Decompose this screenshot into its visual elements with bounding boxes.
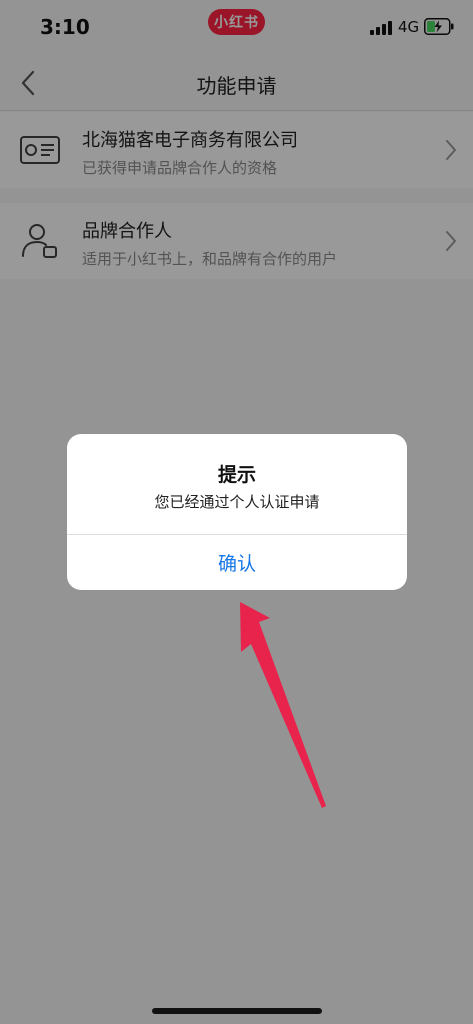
dialog-title: 提示 [217,464,256,486]
home-indicator [152,1008,322,1014]
screen: 3:10 小红书 4G 功能申请 北海猫客电子商务有限公司 已获得申请品牌合作人… [0,0,473,1024]
confirm-button[interactable]: 确认 [67,535,407,590]
alert-dialog: 提示 您已经通过个人认证申请 确认 [67,434,407,590]
dialog-message: 您已经通过个人认证申请 [154,493,320,511]
